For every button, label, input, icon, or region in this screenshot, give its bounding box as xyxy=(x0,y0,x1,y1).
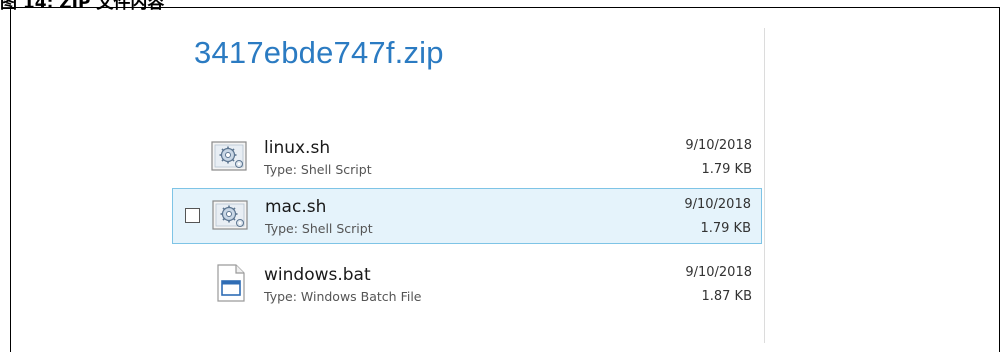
select-checkbox[interactable] xyxy=(185,208,200,223)
file-row-windows[interactable]: windows.bat Type: Windows Batch File 9/1… xyxy=(172,257,762,313)
file-date: 9/10/2018 xyxy=(684,197,751,212)
file-type: Type: Windows Batch File xyxy=(264,289,422,304)
file-date: 9/10/2018 xyxy=(685,138,752,153)
column-divider xyxy=(764,28,765,343)
file-size: 1.79 KB xyxy=(700,221,751,236)
archive-title: 3417ebde747f.zip xyxy=(194,35,444,70)
shell-script-icon xyxy=(211,141,247,171)
file-date: 9/10/2018 xyxy=(685,265,752,280)
file-type: Type: Shell Script xyxy=(264,162,372,177)
file-name: windows.bat xyxy=(264,265,371,285)
batch-file-icon xyxy=(217,264,245,302)
file-name: linux.sh xyxy=(264,138,331,158)
shell-script-icon xyxy=(212,200,248,230)
file-row-mac[interactable]: mac.sh Type: Shell Script 9/10/2018 1.79… xyxy=(172,188,762,244)
file-row-linux[interactable]: linux.sh Type: Shell Script 9/10/2018 1.… xyxy=(172,130,762,189)
file-type: Type: Shell Script xyxy=(265,221,373,236)
file-size: 1.87 KB xyxy=(701,289,752,304)
file-name: mac.sh xyxy=(265,197,327,217)
file-size: 1.79 KB xyxy=(701,162,752,177)
